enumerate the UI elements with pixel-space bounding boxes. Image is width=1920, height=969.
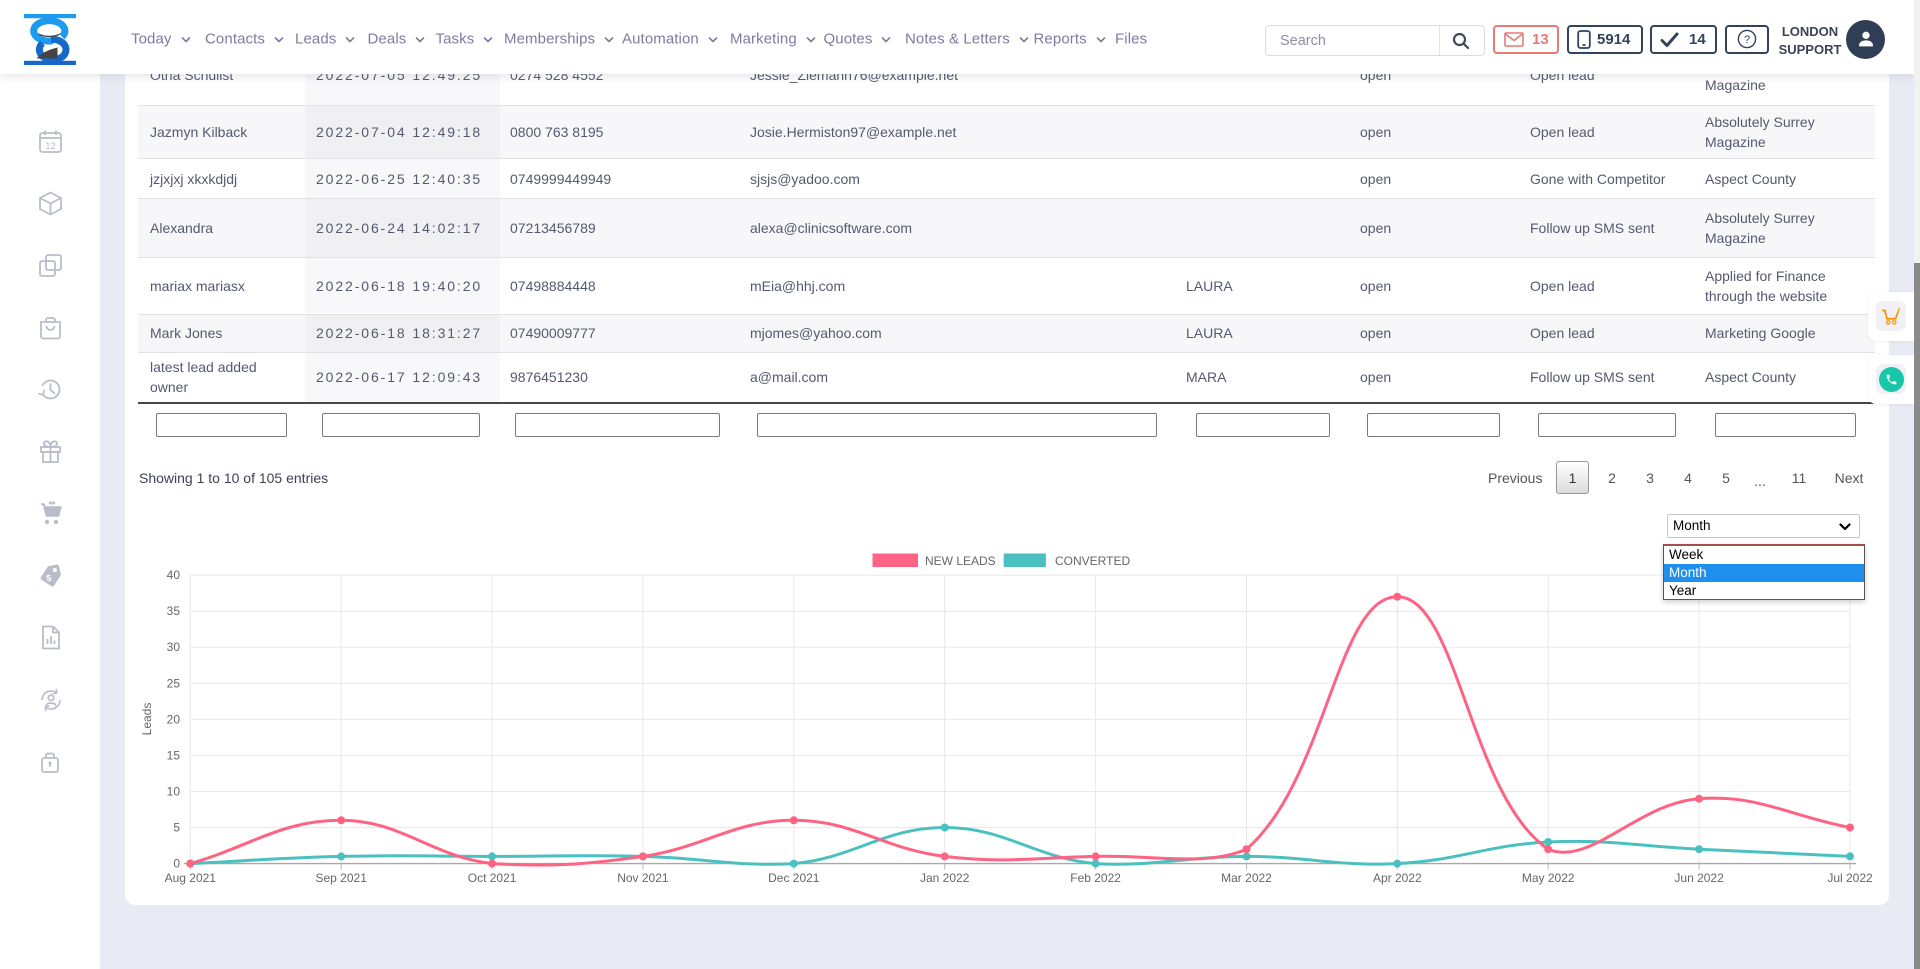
svg-text:Aug 2021: Aug 2021	[165, 871, 217, 885]
svg-text:35: 35	[167, 604, 181, 618]
svg-text:Apr 2022: Apr 2022	[1373, 871, 1422, 885]
svg-text:May 2022: May 2022	[1522, 871, 1575, 885]
svg-text:Leads: Leads	[140, 703, 154, 736]
svg-text:5: 5	[173, 821, 180, 835]
svg-text:CONVERTED: CONVERTED	[1055, 554, 1130, 568]
svg-text:Feb 2022: Feb 2022	[1070, 871, 1121, 885]
svg-text:?: ?	[1744, 34, 1750, 46]
svg-text:25: 25	[167, 676, 181, 690]
svg-text:30: 30	[167, 640, 181, 654]
svg-text:Jul 2022: Jul 2022	[1827, 871, 1873, 885]
svg-text:Sep 2021: Sep 2021	[316, 871, 368, 885]
svg-text:Jun 2022: Jun 2022	[1674, 871, 1724, 885]
svg-text:40: 40	[167, 568, 181, 582]
svg-text:Mar 2022: Mar 2022	[1221, 871, 1272, 885]
svg-text:20: 20	[167, 712, 181, 726]
svg-text:Jan 2022: Jan 2022	[920, 871, 970, 885]
svg-text:NEW LEADS: NEW LEADS	[925, 554, 996, 568]
svg-text:Dec 2021: Dec 2021	[768, 871, 820, 885]
svg-text:Nov 2021: Nov 2021	[617, 871, 669, 885]
svg-text:Oct 2021: Oct 2021	[468, 871, 517, 885]
svg-text:15: 15	[167, 748, 181, 762]
svg-text:0: 0	[173, 857, 180, 871]
svg-text:10: 10	[167, 785, 181, 799]
